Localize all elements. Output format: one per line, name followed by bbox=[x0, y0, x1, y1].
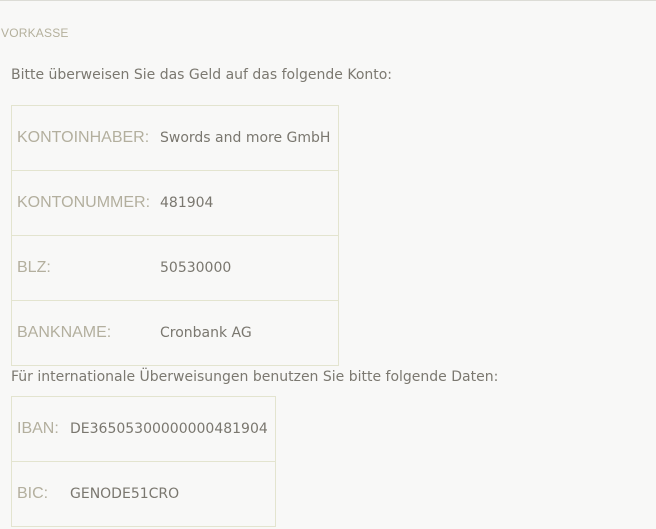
blz-label: BLZ: bbox=[11, 235, 160, 301]
international-transfer-intro: Für internationale Überweisungen benutze… bbox=[11, 369, 499, 385]
table-row-blz: BLZ: 50530000 bbox=[11, 235, 339, 301]
table-row-bic: BIC: GENODE51CRO bbox=[12, 462, 276, 527]
account-number-value: 481904 bbox=[160, 170, 339, 236]
top-divider bbox=[0, 0, 656, 1]
domestic-transfer-intro: Bitte überweisen Sie das Geld auf das fo… bbox=[11, 67, 393, 83]
iban-label: IBAN: bbox=[11, 396, 70, 462]
bic-value: GENODE51CRO bbox=[70, 486, 180, 502]
iban-value: DE36505300000000481904 bbox=[70, 396, 276, 462]
bank-name-value: Cronbank AG bbox=[160, 325, 252, 341]
section-title: VORKASSE bbox=[1, 26, 69, 40]
table-row-account-holder: KONTOINHABER: Swords and more GmbH bbox=[11, 105, 339, 171]
table-row-iban: IBAN: DE36505300000000481904 bbox=[11, 396, 276, 462]
bank-name-label: BANKNAME: bbox=[17, 324, 112, 341]
blz-value: 50530000 bbox=[160, 235, 339, 301]
international-bank-details-table: IBAN: DE36505300000000481904 BIC: GENODE… bbox=[11, 396, 276, 527]
account-holder-label: KONTOINHABER: bbox=[11, 105, 160, 171]
table-row-account-number: KONTONUMMER: 481904 bbox=[11, 170, 339, 236]
account-holder-value: Swords and more GmbH bbox=[160, 105, 339, 171]
account-number-label: KONTONUMMER: bbox=[11, 170, 160, 236]
table-row-bank-name: BANKNAME: Cronbank AG bbox=[12, 301, 339, 366]
bic-label: BIC: bbox=[17, 485, 49, 502]
domestic-bank-details-table: KONTOINHABER: Swords and more GmbH KONTO… bbox=[11, 105, 339, 366]
